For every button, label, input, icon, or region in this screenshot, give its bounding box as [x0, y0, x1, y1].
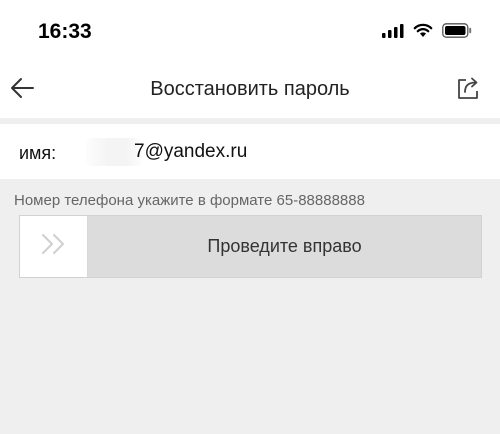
- share-icon: [457, 76, 481, 105]
- phone-format-hint: Номер телефона укажите в формате 65-8888…: [14, 192, 365, 209]
- account-row: имя: 7@yandex.ru: [0, 124, 500, 179]
- double-chevron-right-icon: [39, 232, 69, 261]
- nav-bar: Восстановить пароль: [0, 62, 500, 118]
- status-time: 16:33: [38, 20, 92, 43]
- share-button[interactable]: [452, 72, 486, 108]
- wifi-icon: [413, 23, 433, 43]
- account-value: 7@yandex.ru: [134, 141, 248, 162]
- slide-verify-label: Проведите вправо: [207, 236, 362, 256]
- status-icons: [382, 23, 472, 43]
- battery-icon: [442, 23, 472, 43]
- signal-icon: [382, 23, 404, 43]
- page-title: Восстановить пароль: [150, 78, 350, 100]
- slide-verify-track[interactable]: Проведите вправо: [19, 215, 482, 278]
- slide-verify-handle[interactable]: [20, 216, 88, 277]
- account-label: имя:: [19, 143, 57, 163]
- status-bar: 16:33: [0, 0, 500, 62]
